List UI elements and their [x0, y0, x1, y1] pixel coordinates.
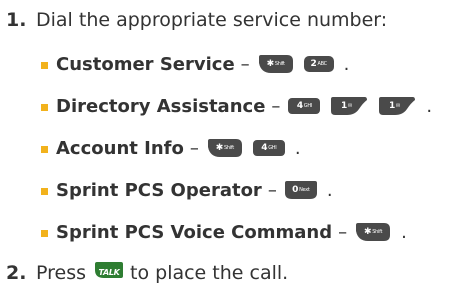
4-key-icon: 4GHI: [287, 96, 321, 116]
1-key-icon: 1✉: [377, 95, 417, 117]
key-main: 1: [388, 101, 395, 111]
step-2: 2. Press TALK to place the call.: [6, 260, 288, 286]
key-main: ✱: [215, 143, 224, 153]
bullet-account-info: Account Info – ✱Shift 4GHI .: [41, 134, 301, 162]
bullet-label: Sprint PCS Voice Command: [56, 221, 333, 243]
key-sub: Shift: [372, 228, 383, 235]
period: .: [401, 221, 407, 243]
key-sub: ✉: [395, 102, 400, 109]
step-number: 2.: [6, 262, 27, 284]
bullet-label: Sprint PCS Operator: [56, 179, 262, 201]
step-number: 1.: [6, 9, 27, 31]
bullet-sprint-pcs-voice-command: Sprint PCS Voice Command – ✱Shift .: [41, 218, 407, 246]
step-1: 1. Dial the appropriate service number:: [6, 8, 387, 32]
period: .: [426, 95, 433, 117]
step-text: Dial the appropriate service number:: [36, 9, 388, 31]
key-sub: Shift: [224, 144, 234, 151]
dash: –: [338, 221, 348, 243]
bullet-label: Customer Service: [56, 53, 235, 75]
key-sub: Next: [299, 186, 310, 193]
key-sub: GHI: [268, 144, 277, 151]
key-main: ✱: [266, 59, 275, 69]
bullet-marker: [41, 229, 48, 237]
period: .: [294, 137, 301, 159]
star-key-icon: ✱Shift: [206, 137, 244, 159]
key-sub: ABC: [317, 60, 327, 67]
step-text-post: to place the call.: [130, 262, 289, 284]
period: .: [343, 53, 350, 75]
talk-key-icon: TALK: [94, 260, 124, 286]
bullet-label: Directory Assistance: [56, 95, 266, 117]
star-key-icon: ✱Shift: [257, 53, 295, 75]
star-key-icon: ✱Shift: [354, 221, 392, 243]
talk-key-label: TALK: [98, 268, 120, 277]
key-sub: Shift: [274, 60, 285, 67]
bullet-marker: [41, 61, 48, 69]
dash: –: [189, 137, 199, 159]
bullet-marker: [41, 187, 48, 195]
bullet-marker: [41, 103, 48, 111]
dash: –: [267, 179, 277, 201]
key-main: ✱: [364, 227, 372, 237]
4-key-icon: 4GHI: [252, 138, 286, 158]
step-text-pre: Press: [36, 262, 87, 284]
bullet-directory-assistance: Directory Assistance – 4GHI 1✉ 1✉ .: [41, 92, 432, 120]
key-main: 4: [296, 101, 303, 111]
key-main: 0: [292, 185, 299, 195]
bullet-sprint-pcs-operator: Sprint PCS Operator – 0Next .: [41, 176, 333, 204]
0-key-icon: 0Next: [284, 179, 318, 201]
bullet-customer-service: Customer Service – ✱Shift 2ABC .: [41, 50, 349, 78]
key-main: 4: [261, 143, 268, 153]
1-key-icon: 1✉: [329, 95, 369, 117]
key-sub: ✉: [347, 102, 352, 109]
dash: –: [271, 95, 281, 117]
key-main: 2: [310, 59, 317, 69]
2-key-icon: 2ABC: [303, 54, 335, 74]
dash: –: [240, 53, 250, 75]
bullet-marker: [41, 145, 48, 153]
bullet-label: Account Info: [56, 137, 184, 159]
key-main: 1: [340, 101, 347, 111]
period: .: [326, 179, 333, 201]
key-sub: GHI: [303, 102, 313, 109]
